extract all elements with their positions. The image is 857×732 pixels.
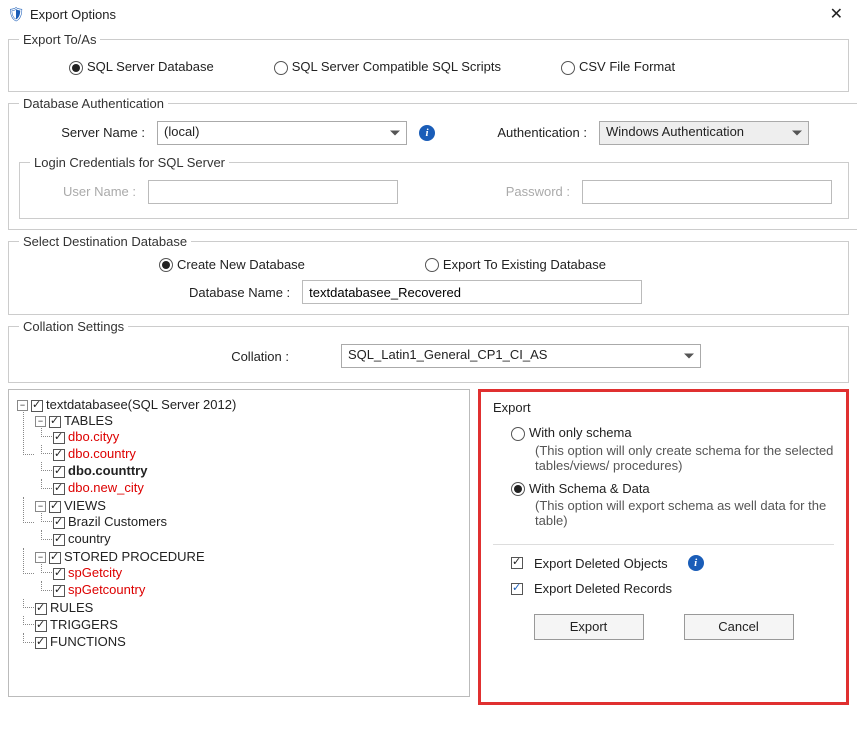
- window-title: Export Options: [30, 7, 116, 22]
- tree-checkbox[interactable]: [49, 416, 61, 428]
- server-name-label: Server Name :: [25, 125, 145, 140]
- tree-rules[interactable]: RULES: [50, 600, 93, 615]
- tree-checkbox[interactable]: [35, 603, 47, 615]
- tree-item[interactable]: spGetcountry: [68, 582, 145, 597]
- tree-checkbox[interactable]: [35, 620, 47, 632]
- db-auth-legend: Database Authentication: [19, 96, 168, 111]
- hint-schema-data: (This option will export schema as well …: [511, 496, 834, 536]
- tree-checkbox[interactable]: [53, 466, 65, 478]
- hint-only-schema: (This option will only create schema for…: [511, 441, 834, 481]
- collation-select[interactable]: SQL_Latin1_General_CP1_CI_AS: [341, 344, 701, 368]
- tree-item[interactable]: country: [68, 531, 111, 546]
- object-tree[interactable]: −textdatabasee(SQL Server 2012) −TABLES …: [8, 389, 470, 697]
- tree-item[interactable]: Brazil Customers: [68, 514, 167, 529]
- info-icon[interactable]: i: [419, 125, 435, 141]
- tree-checkbox[interactable]: [53, 449, 65, 461]
- tree-checkbox[interactable]: [49, 501, 61, 513]
- tree-checkbox[interactable]: [31, 400, 43, 412]
- radio-only-schema[interactable]: With only schema: [511, 425, 632, 440]
- export-legend: Export: [493, 400, 834, 415]
- login-creds-legend: Login Credentials for SQL Server: [30, 155, 229, 170]
- password-input[interactable]: [582, 180, 832, 204]
- chk-deleted-records[interactable]: [511, 583, 523, 595]
- tree-checkbox[interactable]: [53, 483, 65, 495]
- password-label: Password :: [460, 184, 570, 199]
- server-name-select[interactable]: (local): [157, 121, 407, 145]
- db-auth-group: Database Authentication Server Name : (l…: [8, 96, 857, 230]
- radio-sql-server-db[interactable]: SQL Server Database: [69, 59, 214, 75]
- tree-root[interactable]: textdatabasee(SQL Server 2012): [46, 397, 236, 412]
- tree-checkbox[interactable]: [35, 637, 47, 649]
- tree-item[interactable]: spGetcity: [68, 565, 122, 580]
- username-label: User Name :: [36, 184, 136, 199]
- tree-triggers[interactable]: TRIGGERS: [50, 617, 118, 632]
- tree-checkbox[interactable]: [53, 585, 65, 597]
- radio-create-new-db[interactable]: Create New Database: [159, 257, 305, 273]
- app-icon: 🛡: [8, 6, 24, 22]
- export-to-group: Export To/As SQL Server Database SQL Ser…: [8, 32, 849, 92]
- title-bar: 🛡 Export Options ✕: [0, 0, 857, 28]
- tree-tables[interactable]: TABLES: [64, 413, 113, 428]
- tree-item[interactable]: dbo.counttry: [68, 463, 147, 478]
- expand-icon[interactable]: −: [35, 552, 46, 563]
- auth-select[interactable]: Windows Authentication: [599, 121, 809, 145]
- tree-checkbox[interactable]: [53, 517, 65, 529]
- radio-schema-data[interactable]: With Schema & Data: [511, 481, 650, 496]
- chk-deleted-objects[interactable]: [511, 557, 523, 569]
- chk-deleted-records-label: Export Deleted Records: [534, 581, 672, 596]
- tree-checkbox[interactable]: [53, 432, 65, 444]
- collation-label: Collation :: [199, 349, 289, 364]
- cancel-button[interactable]: Cancel: [684, 614, 794, 640]
- auth-label: Authentication :: [467, 125, 587, 140]
- tree-functions[interactable]: FUNCTIONS: [50, 634, 126, 649]
- radio-csv[interactable]: CSV File Format: [561, 59, 675, 75]
- username-input[interactable]: [148, 180, 398, 204]
- export-options-panel: Export With only schema (This option wil…: [478, 389, 849, 705]
- expand-icon[interactable]: −: [35, 416, 46, 427]
- radio-existing-db[interactable]: Export To Existing Database: [425, 257, 606, 273]
- export-to-legend: Export To/As: [19, 32, 100, 47]
- dest-db-group: Select Destination Database Create New D…: [8, 234, 849, 316]
- info-icon[interactable]: i: [688, 555, 704, 571]
- export-button[interactable]: Export: [534, 614, 644, 640]
- db-name-label: Database Name :: [189, 285, 290, 300]
- close-icon[interactable]: ✕: [824, 4, 849, 24]
- radio-sql-scripts[interactable]: SQL Server Compatible SQL Scripts: [274, 59, 501, 75]
- tree-checkbox[interactable]: [53, 534, 65, 546]
- tree-procs[interactable]: STORED PROCEDURE: [64, 549, 205, 564]
- tree-checkbox[interactable]: [53, 568, 65, 580]
- expand-icon[interactable]: −: [17, 400, 28, 411]
- tree-item[interactable]: dbo.cityy: [68, 429, 119, 444]
- chk-deleted-objects-label: Export Deleted Objects: [534, 556, 668, 571]
- tree-views[interactable]: VIEWS: [64, 498, 106, 513]
- dest-db-legend: Select Destination Database: [19, 234, 191, 249]
- db-name-input[interactable]: [302, 280, 642, 304]
- tree-checkbox[interactable]: [49, 552, 61, 564]
- collation-group: Collation Settings Collation : SQL_Latin…: [8, 319, 849, 383]
- collation-legend: Collation Settings: [19, 319, 128, 334]
- expand-icon[interactable]: −: [35, 501, 46, 512]
- tree-item[interactable]: dbo.country: [68, 446, 136, 461]
- tree-item[interactable]: dbo.new_city: [68, 480, 144, 495]
- login-creds-group: Login Credentials for SQL Server User Na…: [19, 155, 849, 219]
